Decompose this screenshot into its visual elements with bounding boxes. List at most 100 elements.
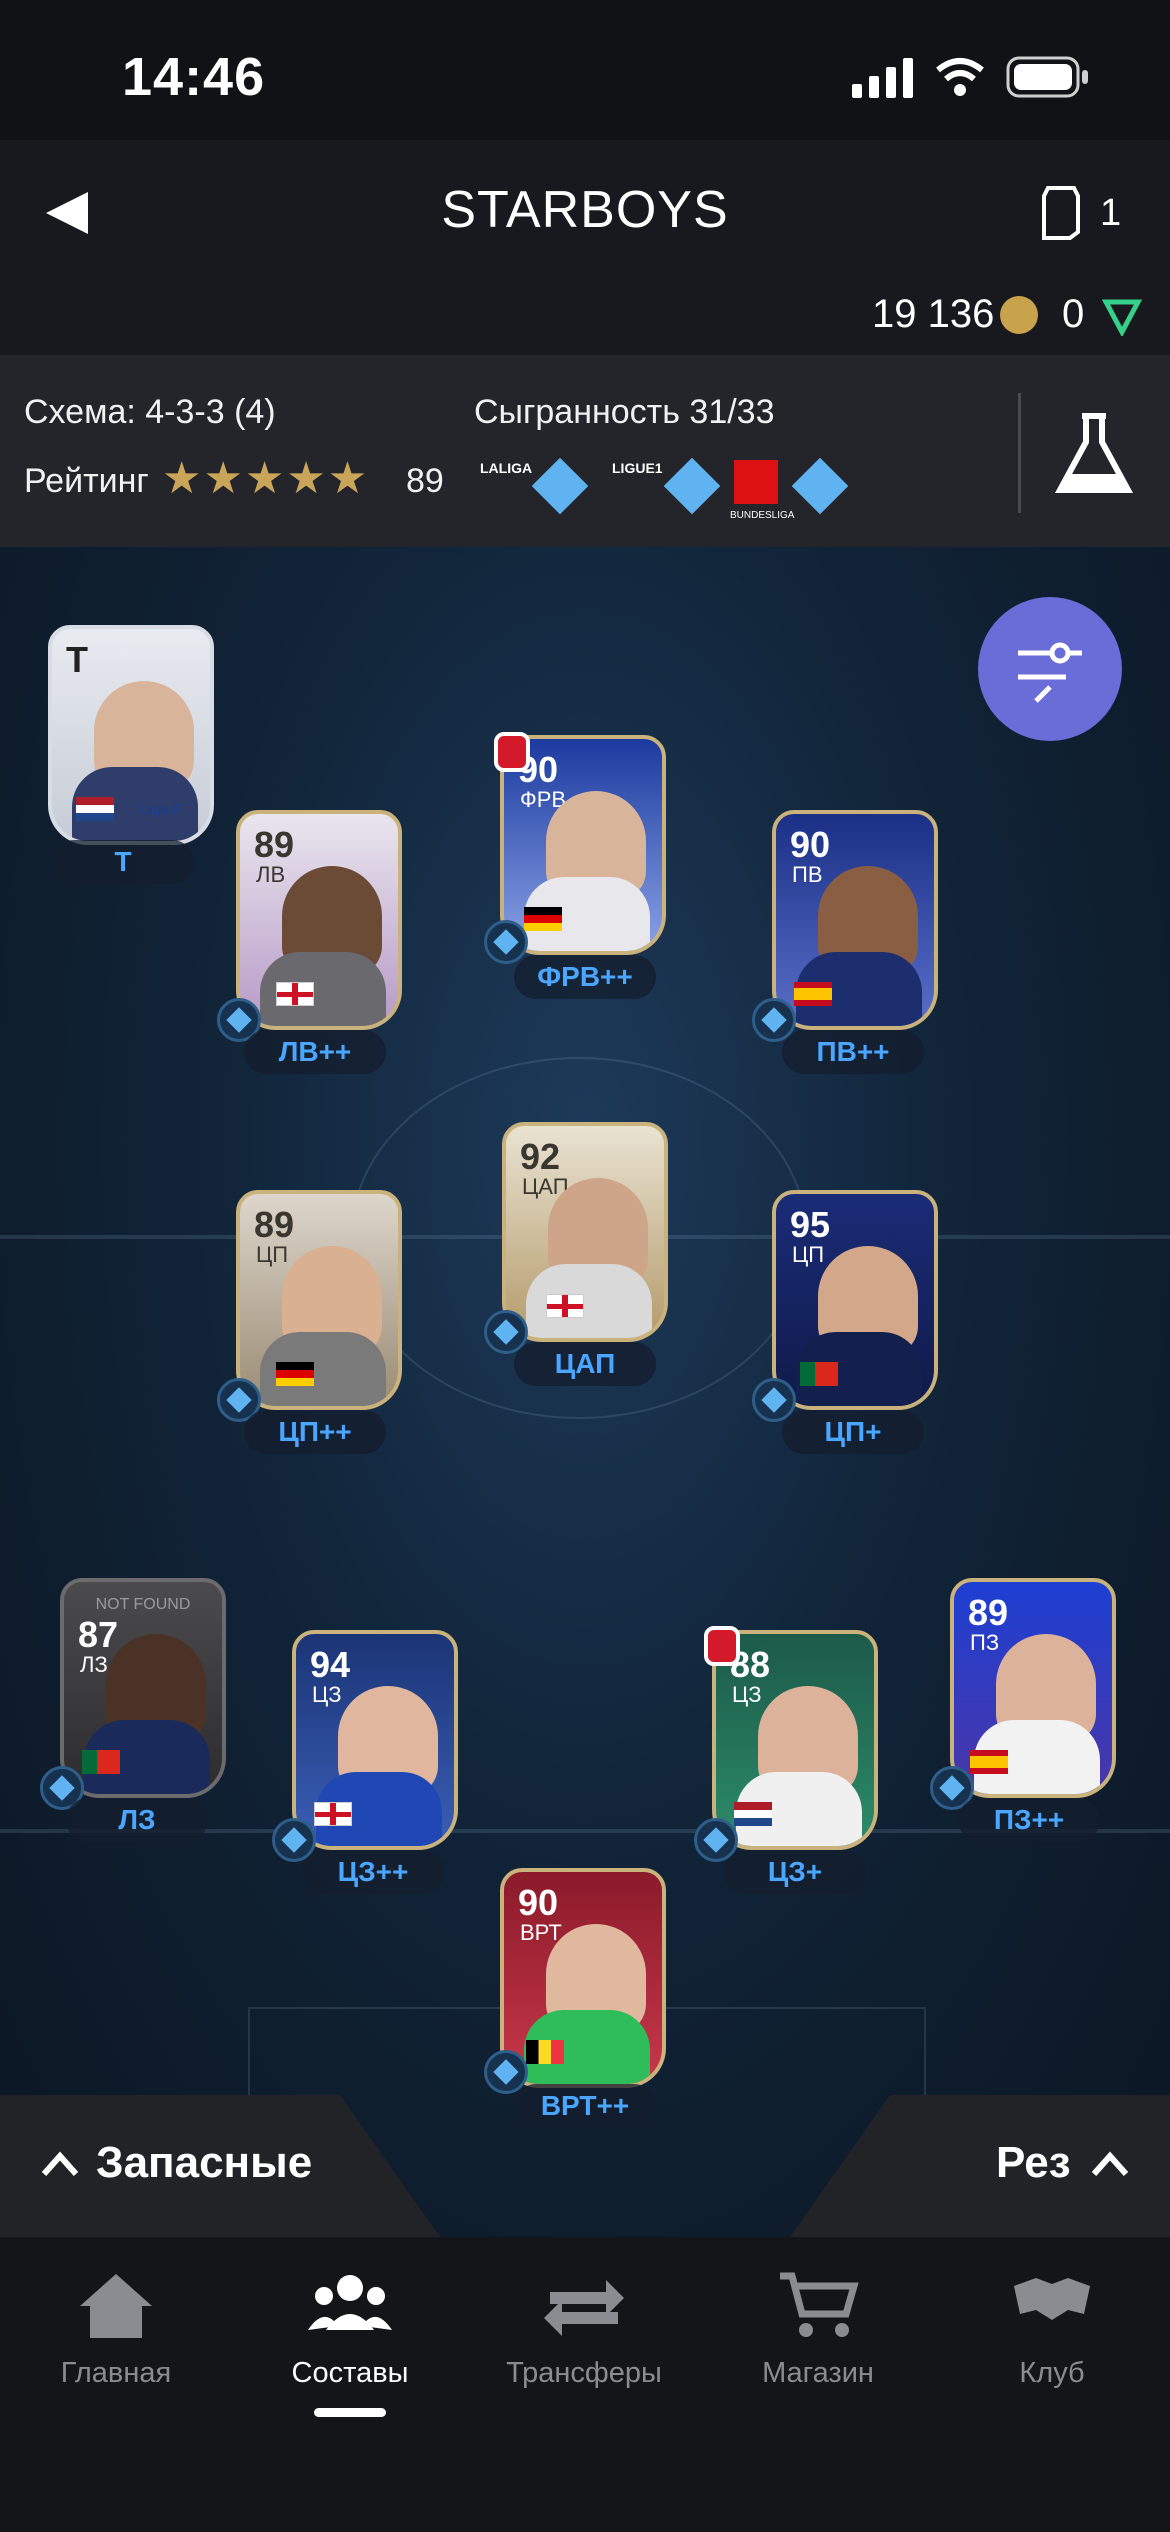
points-value: 0 [1062,292,1085,336]
position-pill: ЦП+ [782,1410,924,1454]
club-icon [1014,2278,1090,2320]
manager-league: Liga F [140,801,182,817]
player-rating: 89 [254,824,295,865]
coins-value: 19 136 [872,292,995,336]
flag-spain-icon [794,982,832,1006]
position-pill: ЦАП [514,1342,656,1386]
nav-label: Составы [291,2357,409,2389]
player-rating: 90 [518,1882,559,1923]
player-card-rb[interactable]: 89 ПЗ [950,1578,1116,1798]
reserves-label[interactable]: Рез [996,2138,1071,2188]
flag-england-icon [314,1802,352,1826]
player-card-rw[interactable]: 90 ПВ [772,810,938,1030]
player-position: ЛЗ [80,1652,108,1677]
position-pill: ЦП++ [244,1410,386,1454]
player-shirt [526,1264,652,1338]
squad-settings-button[interactable] [978,597,1122,741]
battery-icon [1006,56,1088,98]
header [0,140,1170,355]
squad-slot-icon[interactable] [1040,184,1082,242]
player-card-lb[interactable]: NOT FOUND 87 ЛЗ [60,1578,226,1798]
position-pill: ЛЗ [66,1798,208,1842]
position-pill: ЦЗ++ [302,1850,444,1894]
player-position: ЦП [792,1242,825,1267]
nav-label: Трансферы [506,2357,662,2389]
player-rating: 89 [254,1204,295,1245]
nav-home[interactable]: Главная [16,2270,216,2390]
league-bundesliga: BUNDESLIGA [730,510,795,521]
squad-summary [0,355,1170,547]
player-position: ПЗ [970,1630,1000,1655]
rating-value: 89 [406,462,444,500]
red-card-icon [704,1626,740,1666]
player-rating: 87 [78,1614,119,1655]
player-position: ПВ [792,862,823,887]
page-title: STARBOYS [441,181,729,239]
cart-icon [780,2272,859,2337]
manager-position: Т [52,840,194,884]
player-card-cam[interactable]: 92 ЦАП [502,1122,668,1342]
position-pill: ПЗ++ [958,1798,1100,1842]
player-tag: NOT FOUND [95,1596,191,1613]
position-pill: ВРТ++ [514,2084,656,2128]
player-card-lcm[interactable]: 89 ЦП [236,1190,402,1410]
manager-card[interactable]: T Liga F [48,625,214,845]
flag-england-icon [546,1294,584,1318]
red-card-icon [494,732,530,772]
nav-label: Главная [60,2357,172,2389]
nav-store[interactable]: Магазин [718,2270,918,2390]
home-icon [80,2274,152,2338]
player-position: ВРТ [520,1920,562,1945]
chevron-up-icon [1091,2151,1129,2176]
flag-netherlands-icon [734,1802,772,1826]
chemistry-icon [484,2050,528,2094]
summary-divider [1018,393,1021,513]
fc-points-icon [1102,299,1142,336]
player-rating: 89 [968,1592,1009,1633]
player-rating: 95 [790,1204,831,1245]
position-pill: ЛВ++ [244,1030,386,1074]
flag-portugal-icon [800,1362,838,1386]
player-card-lcb[interactable]: 94 ЦЗ [292,1630,458,1850]
signal-icon [852,58,913,98]
chevron-up-icon [41,2151,79,2176]
player-rating: 90 [790,824,831,865]
nav-label: Клуб [1019,2357,1085,2389]
squad-count: 1 [1100,192,1122,234]
nav-label: Магазин [762,2357,874,2389]
status-time: 14:46 [122,47,266,107]
player-card-rcm[interactable]: 95 ЦП [772,1190,938,1410]
chemistry-icon [484,920,528,964]
player-rating: 92 [520,1136,561,1177]
formation-label: Схема: 4-3-3 (4) [24,393,276,431]
users-icon [308,2275,392,2330]
substitutes-label[interactable]: Запасные [96,2138,312,2188]
flag-netherlands-icon [76,797,114,821]
chemistry-lab-button[interactable] [1054,412,1134,496]
flag-belgium-icon [526,2040,564,2064]
league-bundesliga-icon [734,460,778,504]
flag-england-icon [276,982,314,1006]
chemistry-label: Сыгранность 31/33 [474,393,775,431]
position-pill: ПВ++ [782,1030,924,1074]
nav-squads[interactable]: Составы [250,2270,450,2390]
player-position: ЛВ [256,862,286,887]
flag-portugal-icon [82,1750,120,1774]
flag-germany-icon [276,1362,314,1386]
rating-stars: ★★★★★ [162,454,370,503]
nav-transfers[interactable]: Трансферы [484,2270,684,2390]
wifi-icon [936,58,984,96]
position-pill: ФРВ++ [514,955,656,999]
nav-club[interactable]: Клуб [952,2270,1152,2390]
coin-icon [1000,296,1038,334]
manager-title: T [66,639,88,680]
transfer-icon [544,2280,624,2336]
player-card-gk[interactable]: 90 ВРТ [500,1868,666,2088]
flag-spain-icon [970,1750,1008,1774]
player-position: ЦП [256,1242,289,1267]
league-laliga: LALIGA [480,460,533,476]
league-ligue1: LIGUE1 [612,460,663,476]
player-card-lw[interactable]: 89 ЛВ [236,810,402,1030]
player-position: ЦЗ [732,1682,762,1707]
player-position: ЦЗ [312,1682,342,1707]
